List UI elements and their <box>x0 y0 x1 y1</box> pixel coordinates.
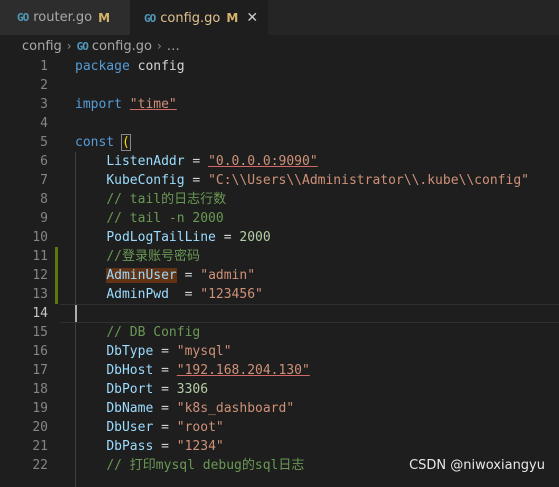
line-number: 21 <box>32 439 48 454</box>
line-number: 7 <box>40 173 48 188</box>
breadcrumb-more[interactable]: … <box>167 39 180 54</box>
line-number: 14 <box>32 306 48 321</box>
code-line: 14 <box>0 304 559 323</box>
line-number: 10 <box>32 230 48 245</box>
line-number: 18 <box>32 382 48 397</box>
tab-label: config.go <box>160 10 221 26</box>
modified-badge: M <box>98 10 111 25</box>
line-number: 9 <box>40 211 48 226</box>
code-line: 13 AdminPwd = "123456" <box>0 285 559 304</box>
watermark: CSDN @niwoxiangyu <box>409 458 545 473</box>
code-line: 19 DbName = "k8s_dashboard" <box>0 399 559 418</box>
line-number: 16 <box>32 344 48 359</box>
line-number: 20 <box>32 420 48 435</box>
line-number: 11 <box>32 249 48 264</box>
line-number: 17 <box>32 363 48 378</box>
code-line: 9 // tail -n 2000 <box>0 209 559 228</box>
line-number: 12 <box>32 268 48 283</box>
code-line: 8 // tail的日志行数 <box>0 190 559 209</box>
code-line: 7 KubeConfig = "C:\\Users\\Administrator… <box>0 171 559 190</box>
go-icon: GO <box>144 11 156 25</box>
code-line: 12 AdminUser = "admin" <box>0 266 559 285</box>
close-icon[interactable]: ✕ <box>246 10 258 26</box>
tab-label: router.go <box>33 10 93 25</box>
line-number: 8 <box>40 192 48 207</box>
code-line: 17 DbHost = "192.168.204.130" <box>0 361 559 380</box>
line-number: 4 <box>40 116 48 131</box>
tab-config-go[interactable]: GO config.go M ✕ <box>130 0 268 35</box>
line-number: 2 <box>40 78 48 93</box>
code-line: 4 <box>0 114 559 133</box>
chevron-right-icon: › <box>156 39 162 53</box>
tab-router-go[interactable]: GO router.go M <box>0 0 130 35</box>
code-line: 5 const ( <box>0 133 559 152</box>
line-number: 1 <box>40 59 48 74</box>
code-line: 1 package config <box>0 57 559 76</box>
line-number: 19 <box>32 401 48 416</box>
line-number: 22 <box>32 458 48 473</box>
code-line: 3 import "time" <box>0 95 559 114</box>
code-line: 2 <box>0 76 559 95</box>
code-line: 10 PodLogTailLine = 2000 <box>0 228 559 247</box>
code-line: 11 //登录账号密码 <box>0 247 559 266</box>
code-line: 20 DbUser = "root" <box>0 418 559 437</box>
code-line: 16 DbType = "mysql" <box>0 342 559 361</box>
line-number: 5 <box>40 135 48 150</box>
code-line: 18 DbPort = 3306 <box>0 380 559 399</box>
line-number: 15 <box>32 325 48 340</box>
line-number: 3 <box>40 97 48 112</box>
code-editor[interactable]: 1 package config 2 3 import "time" 4 5 cons… <box>0 57 559 487</box>
code-line: 15 // DB Config <box>0 323 559 342</box>
line-number: 6 <box>40 154 48 169</box>
tab-bar: GO router.go M GO config.go M ✕ <box>0 0 559 35</box>
modified-badge: M <box>226 11 239 25</box>
go-icon: GO <box>17 11 29 24</box>
code-line: 21 DbPass = "1234" <box>0 437 559 456</box>
code-line: 6 ListenAddr = "0.0.0.0:9090" <box>0 152 559 171</box>
breadcrumb: config › GO config.go › … <box>0 35 559 57</box>
line-number: 13 <box>32 287 48 302</box>
breadcrumb-file[interactable]: config.go <box>92 39 152 54</box>
chevron-right-icon: › <box>66 39 72 53</box>
breadcrumb-folder[interactable]: config <box>22 39 62 54</box>
go-icon: GO <box>76 39 89 53</box>
